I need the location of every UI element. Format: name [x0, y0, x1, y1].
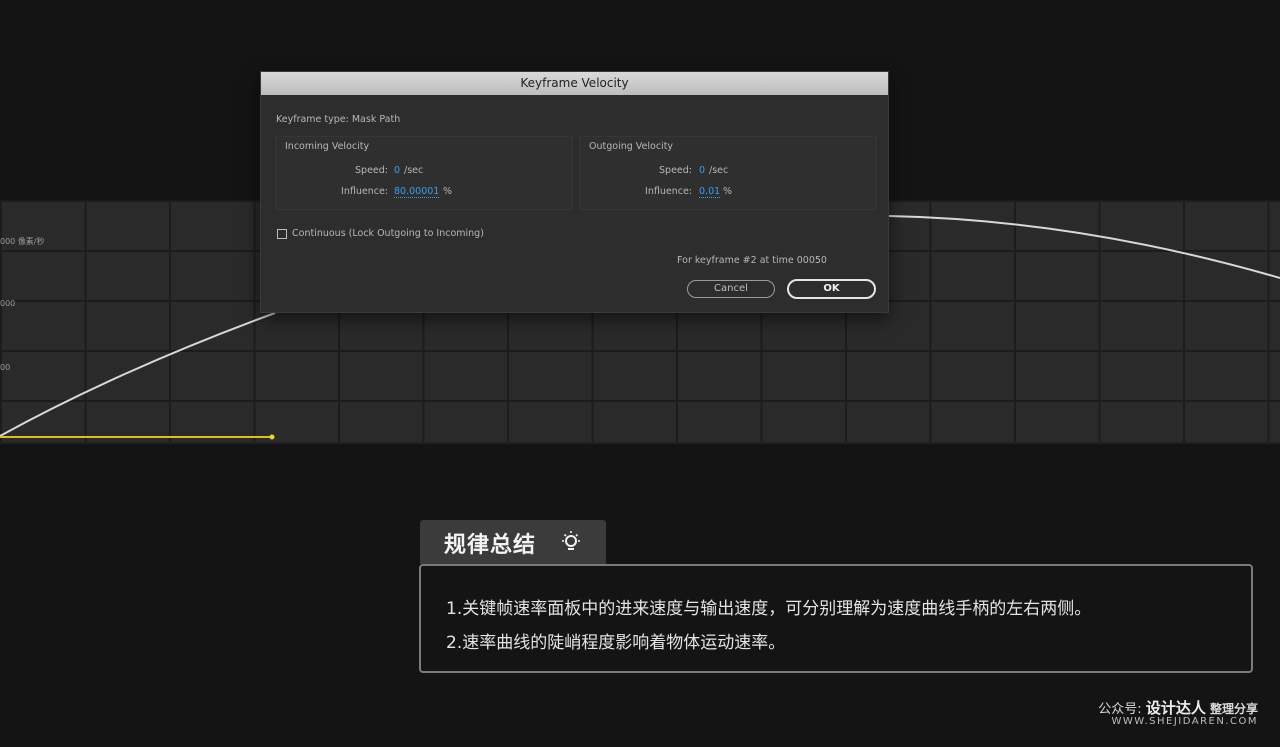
incoming-speed-label: Speed:	[355, 165, 388, 176]
watermark-suffix: 整理分享	[1209, 702, 1258, 716]
speed-curve-right	[888, 215, 1280, 279]
outgoing-influence-input[interactable]: 0.01	[699, 186, 721, 198]
watermark-prefix: 公众号:	[1098, 702, 1142, 717]
dialog-titlebar[interactable]: Keyframe Velocity	[261, 72, 888, 95]
ok-button[interactable]: OK	[787, 279, 876, 299]
keyframe-type-label: Keyframe type: Mask Path	[276, 114, 401, 125]
incoming-speed-input[interactable]: 0	[394, 165, 400, 176]
outgoing-speed-label: Speed:	[659, 165, 692, 176]
watermark-line: 公众号: 设计达人 整理分享	[1098, 697, 1258, 718]
outgoing-influence-label: Influence:	[645, 186, 692, 197]
summary-line-1: 1.关键帧速率面板中的进来速度与输出速度，可分别理解为速度曲线手柄的左右两侧。	[446, 599, 1092, 619]
outgoing-speed-input[interactable]: 0	[699, 165, 705, 176]
keyframe-velocity-dialog: Keyframe Velocity Keyframe type: Mask Pa…	[260, 71, 889, 313]
lightbulb-icon	[559, 530, 583, 558]
keyframe-handle	[269, 434, 275, 440]
watermark-brand: 设计达人	[1145, 699, 1206, 717]
outgoing-velocity-heading: Outgoing Velocity	[589, 141, 674, 152]
incoming-influence-label: Influence:	[341, 186, 388, 197]
incoming-influence-input[interactable]: 80.00001	[394, 186, 440, 198]
summary-title-tab: 规律总结	[420, 520, 606, 564]
incoming-speed-unit: /sec	[404, 165, 424, 176]
continuous-checkbox[interactable]	[277, 229, 287, 239]
speed-curve-left	[0, 312, 276, 437]
continuous-label: Continuous (Lock Outgoing to Incoming)	[292, 228, 484, 239]
incoming-influence-unit: %	[443, 186, 453, 197]
summary-box: 1.关键帧速率面板中的进来速度与输出速度，可分别理解为速度曲线手柄的左右两侧。 …	[419, 564, 1253, 673]
keyframe-info-text: For keyframe #2 at time 00050	[677, 255, 827, 266]
watermark-url: WWW.SHEJIDAREN.COM	[1111, 716, 1258, 727]
cancel-button[interactable]: Cancel	[687, 280, 775, 298]
outgoing-influence-unit: %	[723, 186, 733, 197]
outgoing-speed-unit: /sec	[709, 165, 729, 176]
summary-title: 规律总结	[444, 533, 537, 558]
incoming-velocity-heading: Incoming Velocity	[285, 141, 370, 152]
summary-line-2: 2.速率曲线的陡峭程度影响着物体运动速率。	[446, 633, 786, 653]
